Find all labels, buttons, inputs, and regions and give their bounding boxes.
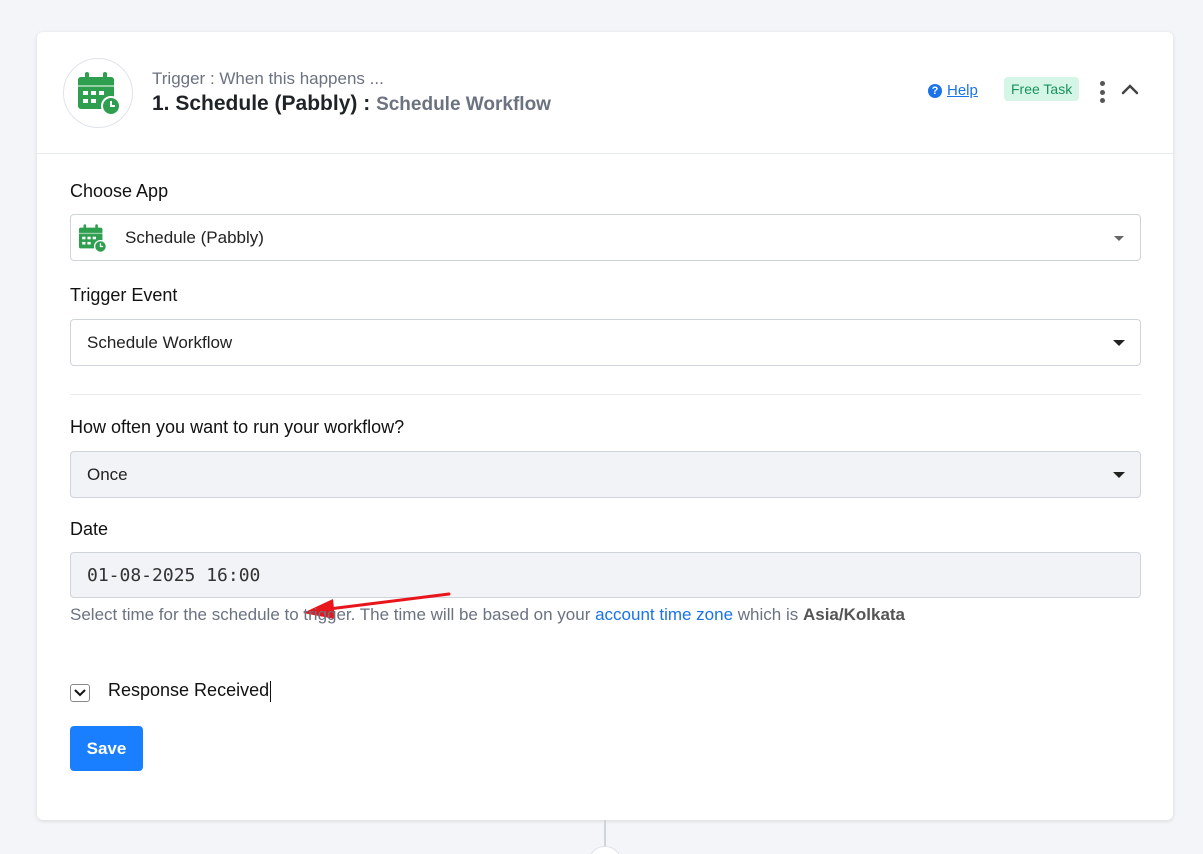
date-help-text: Select time for the schedule to trigger.… xyxy=(70,605,905,625)
frequency-label: How often you want to run your workflow? xyxy=(70,417,405,437)
trigger-event-label: Trigger Event xyxy=(70,285,178,305)
trigger-title: 1. Schedule (Pabbly) : Schedule Workflow xyxy=(152,92,551,116)
timezone-value: Asia/Kolkata xyxy=(802,605,906,624)
text-cursor xyxy=(270,680,272,702)
trigger-subtitle: Trigger : When this happens ... xyxy=(152,69,384,88)
help-link[interactable]: ? Help xyxy=(928,82,978,99)
free-task-badge: Free Task xyxy=(1004,77,1080,101)
trigger-event-value: Schedule Workflow xyxy=(87,333,233,352)
trigger-header: Trigger : When this happens ... 1. Sched… xyxy=(37,32,1173,154)
question-circle-icon: ? xyxy=(928,83,942,98)
more-options-icon[interactable] xyxy=(1095,81,1109,103)
choose-app-label: Choose App xyxy=(70,181,169,201)
trigger-event-select[interactable]: Schedule Workflow xyxy=(70,319,1141,366)
app-logo xyxy=(63,58,133,128)
chevron-down-icon xyxy=(1113,340,1125,346)
account-time-zone-link[interactable]: account time zone xyxy=(595,605,733,624)
chevron-up-icon[interactable] xyxy=(1121,83,1139,95)
help-label: Help xyxy=(947,82,978,99)
calendar-clock-icon xyxy=(78,72,121,116)
add-step-node[interactable] xyxy=(588,846,622,854)
response-received-label: Response Received xyxy=(108,680,272,702)
calendar-clock-icon xyxy=(78,224,107,253)
chevron-down-icon xyxy=(1114,236,1124,241)
section-divider xyxy=(70,394,1141,395)
frequency-value: Once xyxy=(87,465,128,484)
help-text-middle: which is xyxy=(733,605,803,624)
date-label: Date xyxy=(70,519,109,539)
help-text-before: Select time for the schedule to trigger.… xyxy=(70,605,596,624)
choose-app-select[interactable]: Schedule (Pabbly) xyxy=(70,214,1141,261)
date-value: 01-08-2025 16:00 xyxy=(87,565,261,586)
response-toggle[interactable] xyxy=(70,684,90,702)
chevron-down-icon xyxy=(74,689,86,697)
trigger-title-event: Schedule Workflow xyxy=(376,94,551,115)
choose-app-value: Schedule (Pabbly) xyxy=(125,228,264,247)
frequency-select[interactable]: Once xyxy=(70,451,1141,498)
trigger-title-app: 1. Schedule (Pabbly) : xyxy=(152,92,377,115)
chevron-down-icon xyxy=(1113,472,1125,478)
save-button[interactable]: Save xyxy=(70,726,143,771)
response-received-text: Response Received xyxy=(108,680,270,700)
trigger-card: Trigger : When this happens ... 1. Sched… xyxy=(37,32,1173,820)
date-input[interactable]: 01-08-2025 16:00 xyxy=(70,552,1141,598)
